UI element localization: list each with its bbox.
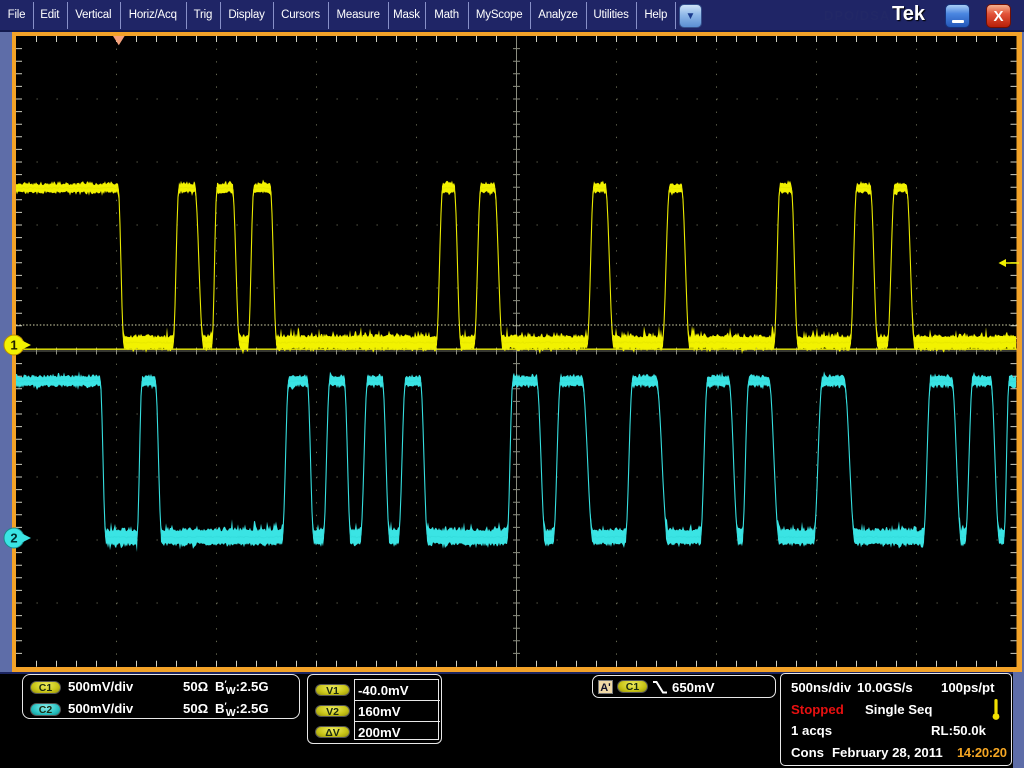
svg-text:2: 2 (10, 531, 17, 546)
svg-text:1: 1 (10, 338, 17, 353)
